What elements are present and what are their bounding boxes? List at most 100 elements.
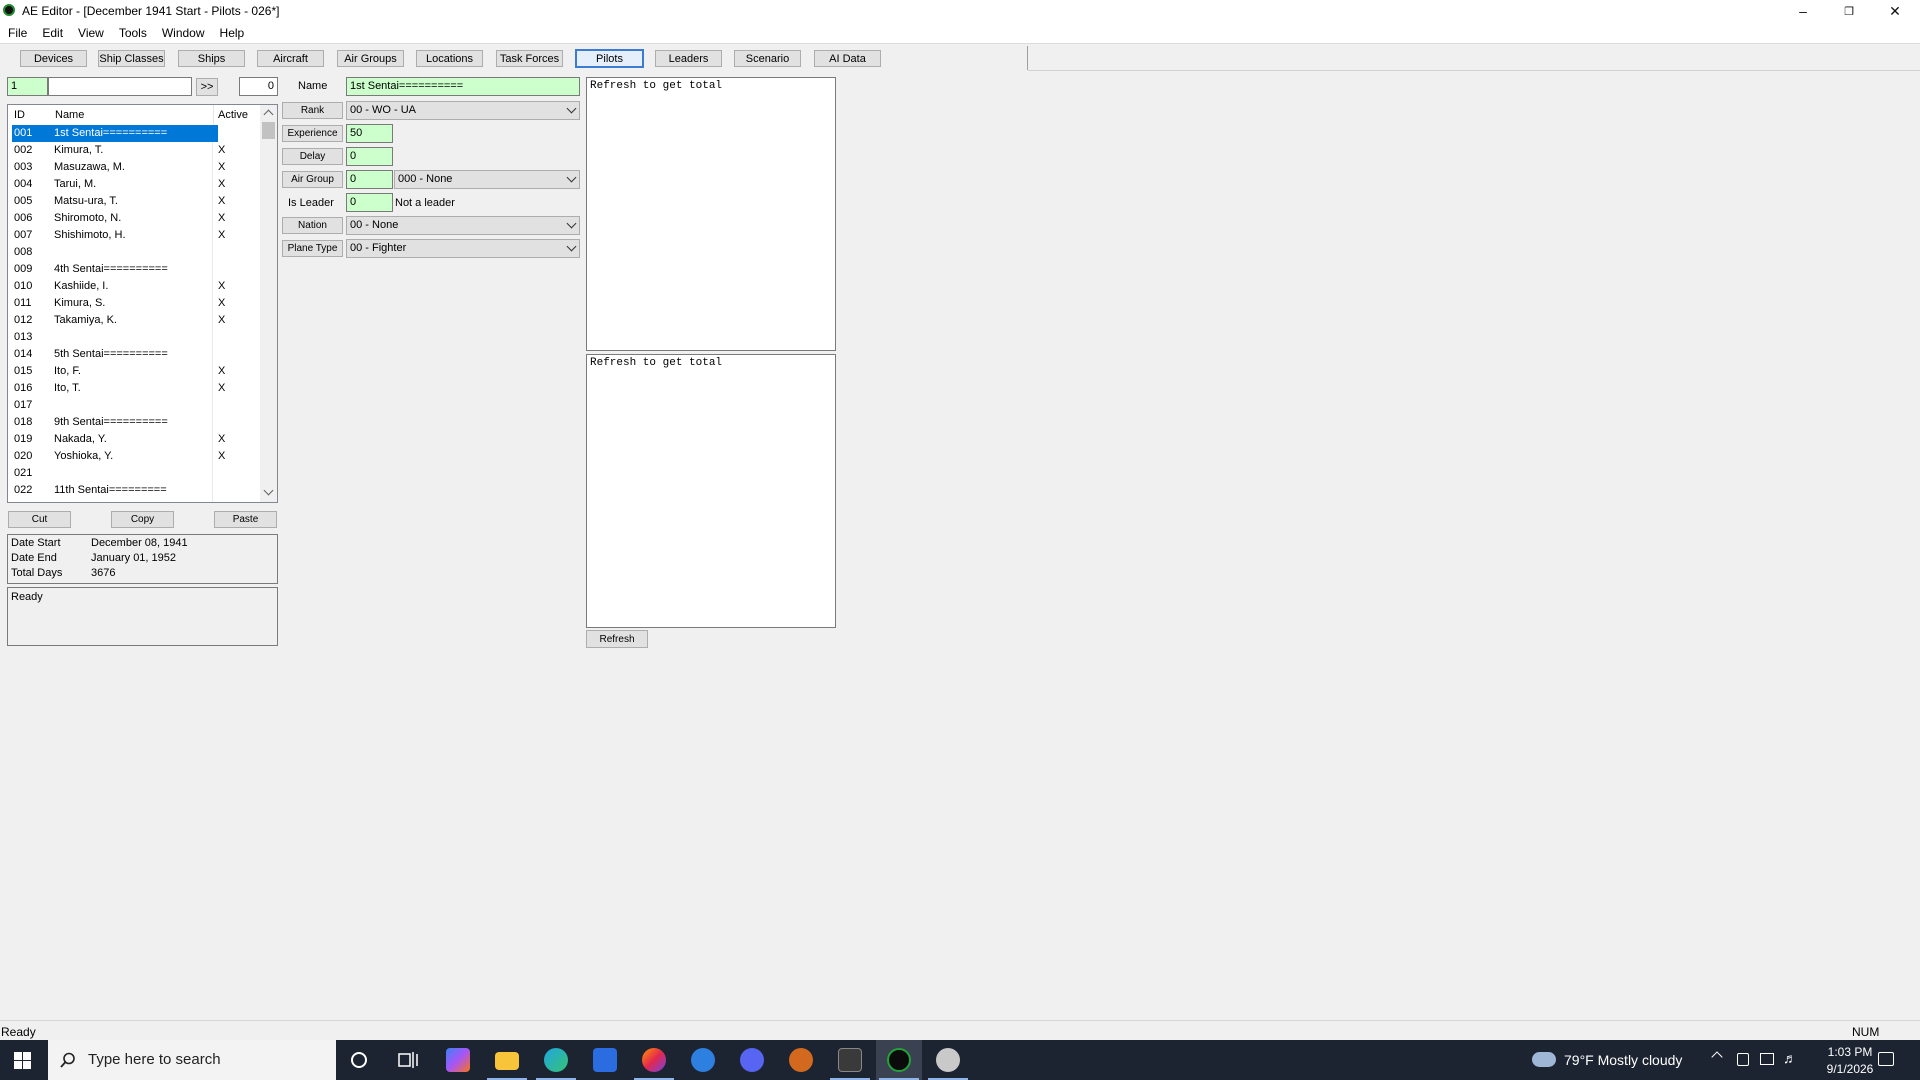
experience-button[interactable]: Experience: [282, 125, 343, 142]
menu-window[interactable]: Window: [154, 22, 212, 43]
list-item[interactable]: 009 4th Sentai==========: [12, 261, 258, 278]
war-in-pacific-icon[interactable]: [838, 1048, 862, 1072]
copy-button[interactable]: Copy: [111, 511, 174, 528]
menu-file[interactable]: File: [0, 22, 34, 43]
show-hidden-icons-icon[interactable]: [1711, 1051, 1723, 1063]
total-days-label: Total Days: [11, 567, 63, 579]
paint-icon[interactable]: [936, 1048, 960, 1072]
menu-help[interactable]: Help: [212, 22, 252, 43]
plane-type-button[interactable]: Plane Type: [282, 240, 343, 257]
list-item[interactable]: 008: [12, 244, 258, 261]
rank-select[interactable]: 00 - WO - UA: [346, 101, 580, 120]
totals-textbox-bottom[interactable]: Refresh to get total: [586, 354, 836, 628]
tab-locations[interactable]: Locations: [416, 50, 483, 67]
tab-ai-data[interactable]: AI Data: [814, 50, 881, 67]
list-item[interactable]: 016 Ito, T. X: [12, 380, 258, 397]
tab-pilots[interactable]: Pilots: [575, 49, 644, 68]
meet-now-icon[interactable]: [1737, 1053, 1749, 1066]
weather-text[interactable]: 79°F Mostly cloudy: [1564, 1052, 1682, 1068]
notifications-icon[interactable]: [1878, 1052, 1894, 1066]
network-icon[interactable]: [1760, 1053, 1774, 1065]
scroll-up-icon[interactable]: [263, 109, 274, 120]
store-icon[interactable]: [593, 1048, 617, 1072]
nation-select[interactable]: 00 - None: [346, 216, 580, 235]
tab-aircraft[interactable]: Aircraft: [257, 50, 324, 67]
list-item[interactable]: 021: [12, 465, 258, 482]
list-item[interactable]: 012 Takamiya, K. X: [12, 312, 258, 329]
list-item[interactable]: 022 11th Sentai=========: [12, 482, 258, 499]
rank-button[interactable]: Rank: [282, 102, 343, 119]
windows-start-icon[interactable]: [14, 1052, 31, 1069]
list-item[interactable]: 006 Shiromoto, N. X: [12, 210, 258, 227]
minimize-button[interactable]: –: [1780, 0, 1826, 22]
name-input[interactable]: 1st Sentai==========: [346, 77, 580, 96]
air-group-input[interactable]: 0: [346, 170, 393, 189]
tab-task-forces[interactable]: Task Forces: [496, 50, 563, 67]
volume-icon[interactable]: ♬: [1783, 1050, 1797, 1066]
list-item[interactable]: 015 Ito, F. X: [12, 363, 258, 380]
refresh-button[interactable]: Refresh: [586, 630, 648, 648]
list-item[interactable]: 004 Tarui, M. X: [12, 176, 258, 193]
name-search-input[interactable]: [48, 77, 192, 96]
browser-icon[interactable]: [691, 1048, 715, 1072]
edge-icon[interactable]: [544, 1048, 568, 1072]
column-id-header[interactable]: ID: [14, 109, 25, 121]
close-button[interactable]: ✕: [1872, 0, 1918, 22]
list-item[interactable]: 014 5th Sentai==========: [12, 346, 258, 363]
list-item[interactable]: 007 Shishimoto, H. X: [12, 227, 258, 244]
file-explorer-icon[interactable]: [495, 1052, 519, 1070]
list-item[interactable]: 019 Nakada, Y. X: [12, 431, 258, 448]
tab-ship-classes[interactable]: Ship Classes: [98, 50, 165, 67]
air-group-button[interactable]: Air Group: [282, 171, 343, 188]
tab-devices[interactable]: Devices: [20, 50, 87, 67]
copilot-icon[interactable]: [446, 1048, 470, 1072]
discord-icon[interactable]: [740, 1048, 764, 1072]
experience-input[interactable]: 50: [346, 124, 393, 143]
task-view-icon[interactable]: [398, 1051, 418, 1069]
menu-edit[interactable]: Edit: [34, 22, 70, 43]
tab-scenario[interactable]: Scenario: [734, 50, 801, 67]
list-item[interactable]: 011 Kimura, S. X: [12, 295, 258, 312]
list-item[interactable]: 010 Kashiide, I. X: [12, 278, 258, 295]
column-active-header[interactable]: Active: [213, 105, 248, 125]
pilot-list[interactable]: ID Name Active 001 1st Sentai========== 00…: [7, 104, 278, 503]
list-item[interactable]: 013: [12, 329, 258, 346]
totals-textbox-top[interactable]: Refresh to get total: [586, 77, 836, 351]
list-scrollbar[interactable]: [260, 105, 277, 502]
firefox-icon[interactable]: [642, 1048, 666, 1072]
list-item[interactable]: 005 Matsu-ura, T. X: [12, 193, 258, 210]
list-item[interactable]: 002 Kimura, T. X: [12, 142, 258, 159]
weather-icon[interactable]: [1532, 1052, 1556, 1067]
pilot-name: 9th Sentai==========: [54, 416, 168, 428]
column-name-header[interactable]: Name: [55, 109, 84, 121]
list-item[interactable]: 003 Masuzawa, M. X: [12, 159, 258, 176]
menu-view[interactable]: View: [70, 22, 111, 43]
cortana-icon[interactable]: [351, 1052, 367, 1068]
list-item[interactable]: 001 1st Sentai==========: [12, 125, 258, 142]
is-leader-input[interactable]: 0: [346, 193, 393, 212]
go-button[interactable]: >>: [196, 78, 218, 96]
scroll-thumb[interactable]: [262, 122, 275, 139]
id-search-input[interactable]: 1: [7, 77, 48, 96]
paste-button[interactable]: Paste: [214, 511, 277, 528]
cut-button[interactable]: Cut: [8, 511, 71, 528]
tab-leaders[interactable]: Leaders: [655, 50, 722, 67]
menu-tools[interactable]: Tools: [111, 22, 154, 43]
game-icon[interactable]: [789, 1048, 813, 1072]
taskbar-search-box[interactable]: Type here to search: [48, 1040, 336, 1080]
delay-input[interactable]: 0: [346, 147, 393, 166]
plane-type-select[interactable]: 00 - Fighter: [346, 239, 580, 258]
nation-button[interactable]: Nation: [282, 217, 343, 234]
toolbar-divider: [1028, 70, 1920, 71]
air-group-select[interactable]: 000 - None: [394, 170, 580, 189]
list-item[interactable]: 020 Yoshioka, Y. X: [12, 448, 258, 465]
window-title: AE Editor - [December 1941 Start - Pilot…: [22, 4, 280, 18]
ae-editor-taskbar-button[interactable]: [876, 1040, 922, 1080]
tab-air-groups[interactable]: Air Groups: [337, 50, 404, 67]
tab-ships[interactable]: Ships: [178, 50, 245, 67]
list-item[interactable]: 017: [12, 397, 258, 414]
list-item[interactable]: 018 9th Sentai==========: [12, 414, 258, 431]
restore-button[interactable]: ❐: [1826, 0, 1872, 22]
delay-button[interactable]: Delay: [282, 148, 343, 165]
scroll-down-icon[interactable]: [263, 485, 274, 496]
